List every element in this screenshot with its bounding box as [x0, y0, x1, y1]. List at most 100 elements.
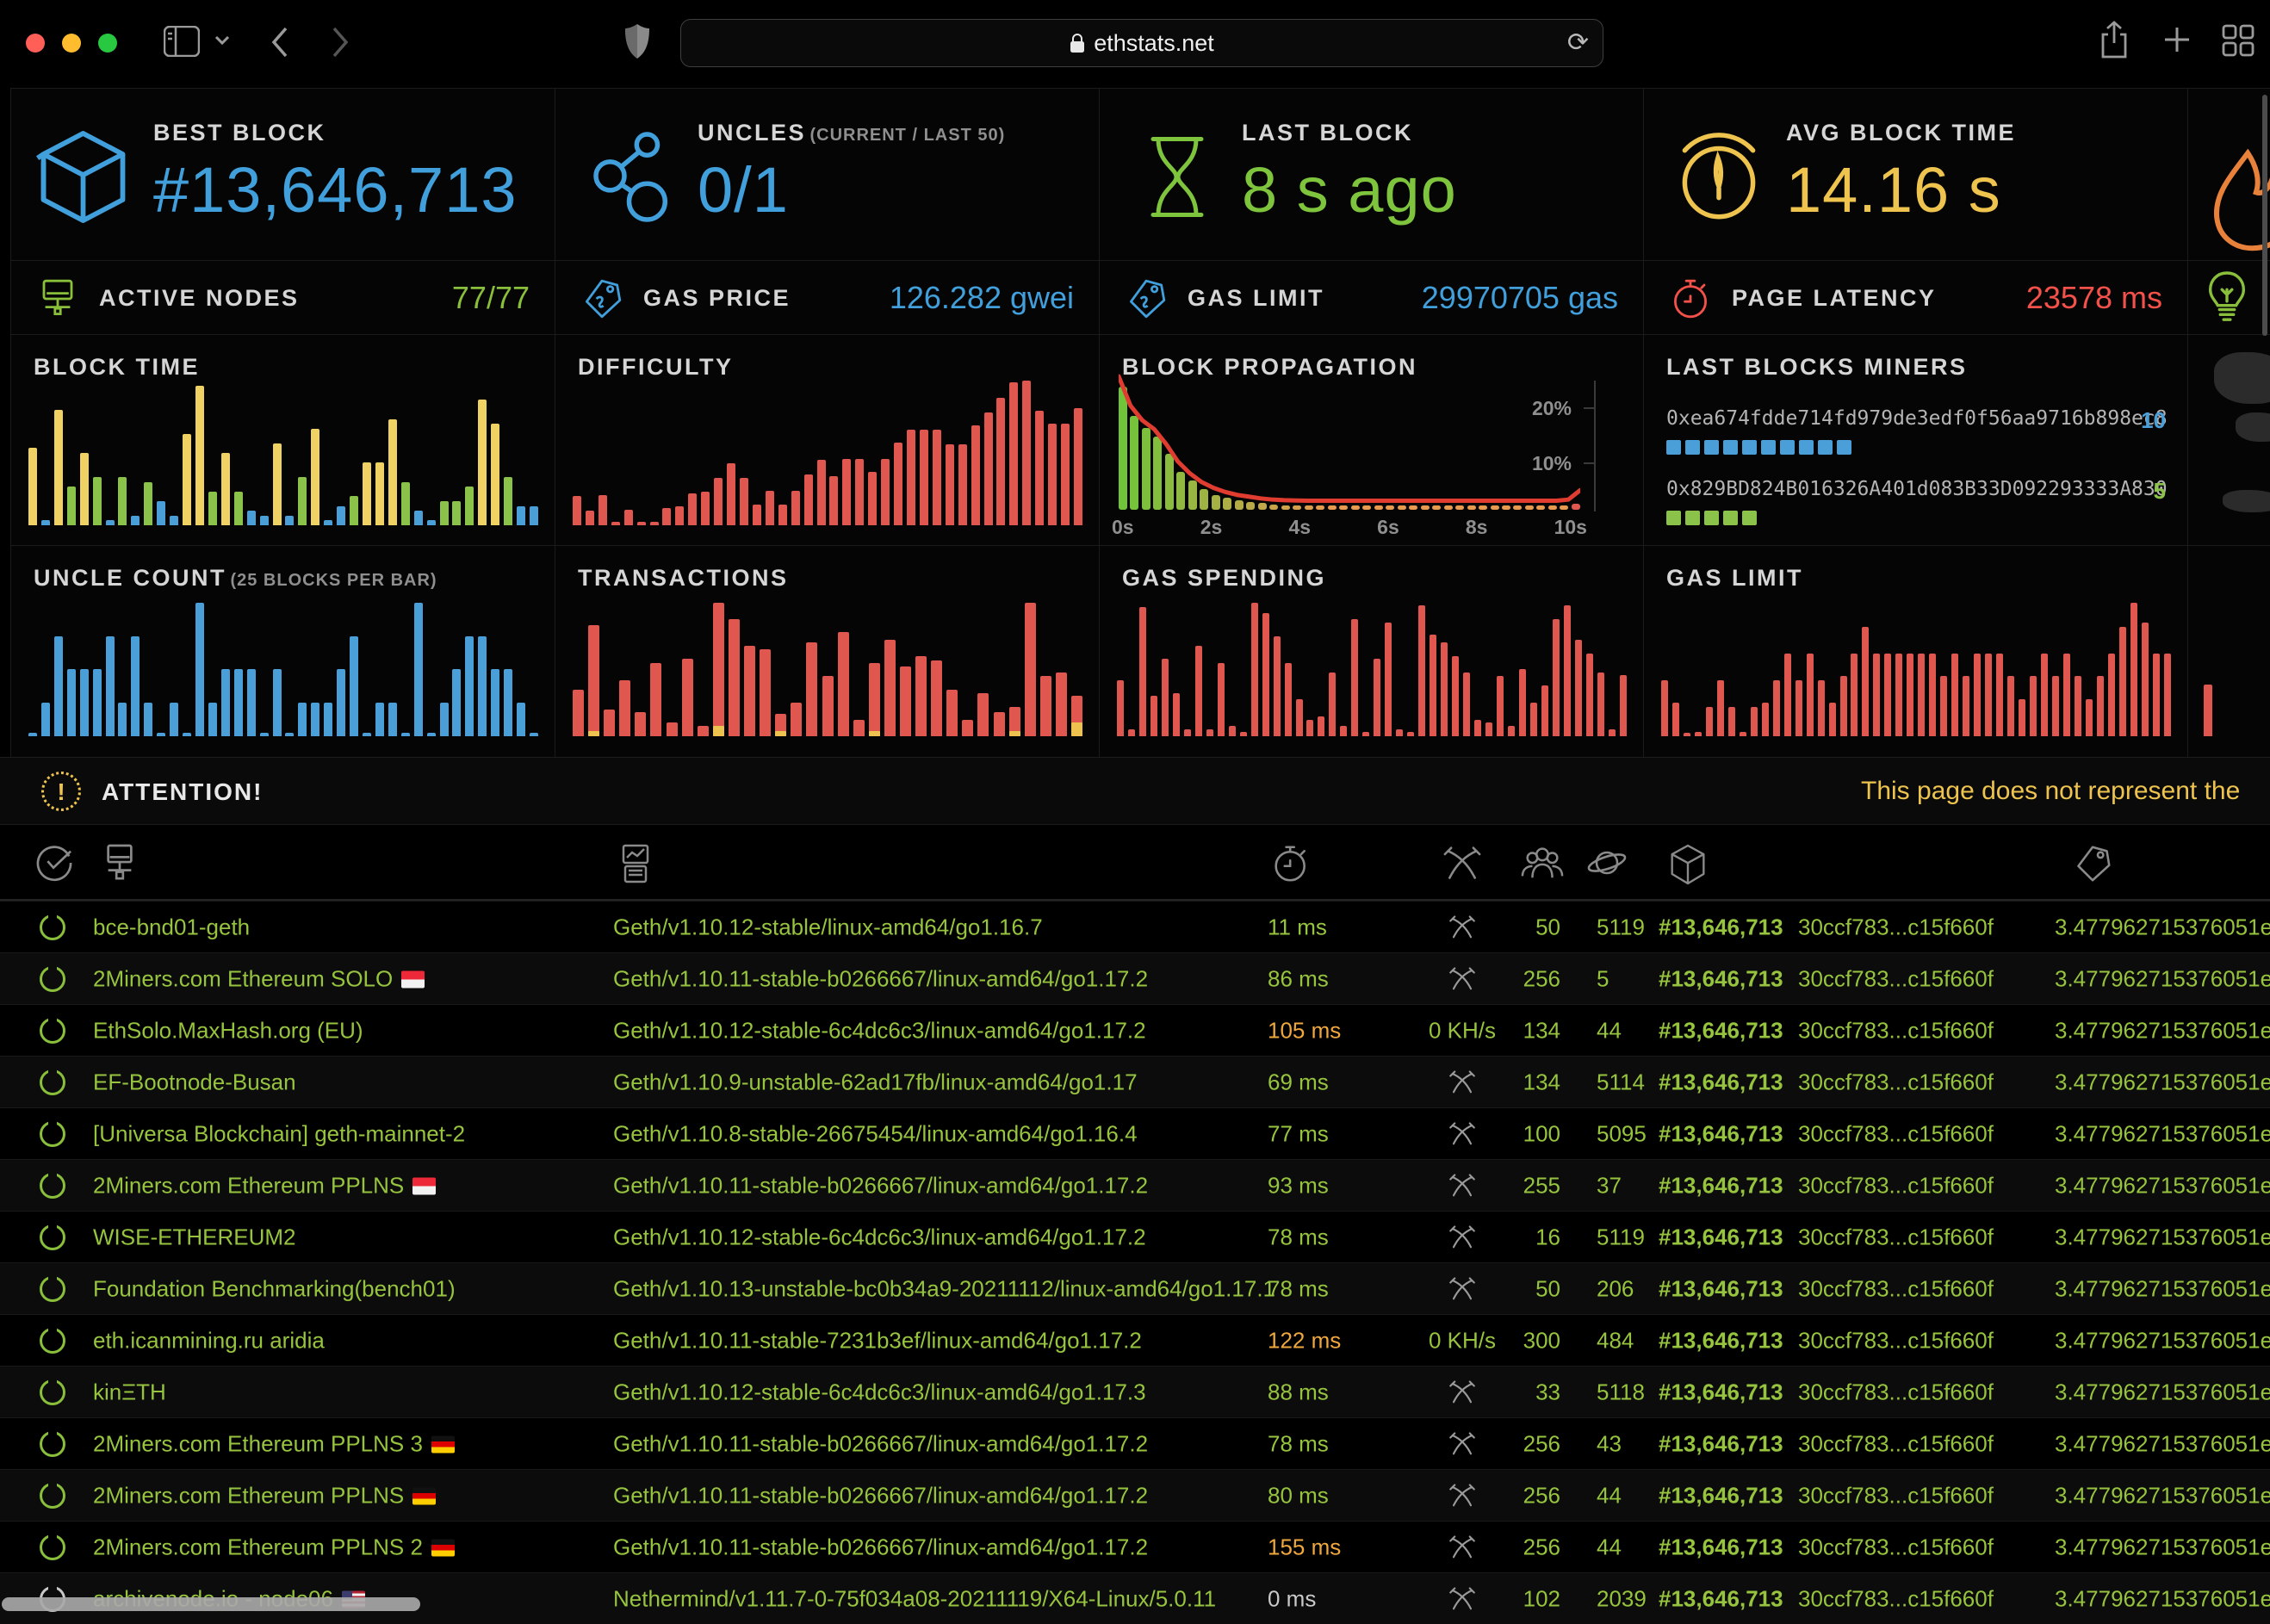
node-name[interactable]: WISE-ETHEREUM2: [93, 1224, 295, 1250]
propagation-bar: [1200, 489, 1208, 510]
chart-bar: [931, 660, 942, 736]
propagation-bar: [1536, 505, 1545, 510]
chart-bar: [1128, 729, 1135, 736]
table-row[interactable]: WISE-ETHEREUM2Geth/v1.10.12-stable-6c4dc…: [0, 1211, 2270, 1262]
node-name[interactable]: 2Miners.com Ethereum PPLNS 2: [93, 1534, 455, 1560]
window-minimize-button[interactable]: [62, 34, 81, 53]
flame-icon: [2200, 149, 2270, 252]
table-row[interactable]: 2Miners.com Ethereum PPLNSGeth/v1.10.11-…: [0, 1159, 2270, 1211]
country-flag-icon: [431, 1539, 455, 1556]
horizontal-scrollbar-thumb[interactable]: [2, 1597, 420, 1611]
node-total-difficulty: 3.477962715376051e+2: [2055, 1585, 2270, 1612]
vertical-scrollbar-thumb[interactable]: [2262, 95, 2267, 336]
node-mining: [1423, 1173, 1502, 1199]
table-row[interactable]: Foundation Benchmarking(bench01)Geth/v1.…: [0, 1262, 2270, 1314]
table-row[interactable]: [Universa Blockchain] geth-mainnet-2Geth…: [0, 1107, 2270, 1159]
node-pending: 484: [1597, 1327, 1634, 1354]
gas-limit-chart-title: GAS LIMIT: [1666, 565, 1803, 592]
table-row[interactable]: EF-Bootnode-BusanGeth/v1.10.9-unstable-6…: [0, 1056, 2270, 1107]
node-name[interactable]: EthSolo.MaxHash.org (EU): [93, 1017, 363, 1044]
back-button-icon[interactable]: [270, 26, 289, 59]
node-block-hash: 30ccf783...c15f660f: [1798, 1585, 1994, 1612]
block-time-chart-panel: BLOCK TIME: [11, 335, 555, 546]
sidebar-chevron-icon[interactable]: [214, 34, 231, 46]
chart-bar: [1818, 680, 1825, 736]
miner-address[interactable]: 0xea674fdde714fd979de3edf0f56aa9716b898e…: [1666, 407, 2168, 430]
node-peers: 16: [1495, 1224, 1560, 1250]
node-name[interactable]: bce-bnd01-geth: [93, 914, 250, 940]
propagation-bar: [1409, 505, 1417, 510]
sidebar-toggle-icon[interactable]: [164, 26, 200, 57]
node-name[interactable]: 2Miners.com Ethereum PPLNS: [93, 1482, 436, 1509]
avg-block-time-panel: AVG BLOCK TIME 14.16 s: [1644, 89, 2188, 261]
chart-bar: [714, 478, 723, 525]
node-last-block: #13,646,713: [1659, 1120, 1783, 1147]
page-latency-label: PAGE LATENCY: [1732, 285, 1937, 312]
table-row[interactable]: 2Miners.com Ethereum PPLNS 3Geth/v1.10.1…: [0, 1417, 2270, 1469]
y-tick-20: 20%: [1532, 397, 1572, 420]
node-name[interactable]: 2Miners.com Ethereum PPLNS 3: [93, 1430, 455, 1457]
miner-block-squares: [1666, 511, 1757, 525]
share-icon[interactable]: [2099, 21, 2129, 59]
chart-bar: [170, 516, 178, 525]
node-total-difficulty: 3.477962715376051e+2: [2055, 1275, 2270, 1302]
miner-address[interactable]: 0x829BD824B016326A401d083B33D092293333A8…: [1666, 478, 2168, 500]
chart-bar: [1048, 424, 1057, 525]
no-mining-icon: [1449, 1173, 1475, 1199]
privacy-shield-icon[interactable]: [623, 22, 651, 60]
chart-bar: [1285, 663, 1292, 736]
propagation-bar: [1362, 505, 1371, 510]
node-last-block: #13,646,713: [1659, 1069, 1783, 1095]
table-row[interactable]: bce-bnd01-gethGeth/v1.10.12-stable/linux…: [0, 901, 2270, 952]
uncles-icon: [586, 127, 681, 226]
chart-bar: [144, 482, 152, 525]
chart-bar: [2041, 654, 2048, 736]
table-row[interactable]: kinΞTHGeth/v1.10.12-stable-6c4dc6c3/linu…: [0, 1366, 2270, 1417]
tab-overview-icon[interactable]: [2222, 24, 2254, 57]
node-name[interactable]: kinΞTH: [93, 1379, 166, 1405]
address-bar[interactable]: ethstats.net ⟳: [680, 19, 1603, 67]
table-row[interactable]: 2Miners.com Ethereum PPLNS 2Geth/v1.10.1…: [0, 1521, 2270, 1572]
chart-bar: [41, 520, 50, 525]
chart-bar: [1009, 382, 1018, 525]
reload-icon[interactable]: ⟳: [1567, 28, 1589, 58]
chart-bar: [611, 522, 620, 525]
propagation-bar: [1444, 505, 1453, 510]
node-block-hash: 30ccf783...c15f660f: [1798, 965, 1994, 992]
window-close-button[interactable]: [26, 34, 45, 53]
node-latency: 78 ms: [1268, 1275, 1329, 1302]
propagation-bar: [1316, 505, 1324, 510]
chart-bar: [1609, 729, 1616, 736]
new-tab-icon[interactable]: [2161, 24, 2192, 55]
gas-price-label: GAS PRICE: [643, 285, 791, 312]
node-status-icon: [40, 1431, 65, 1457]
chart-bar: [2097, 676, 2104, 736]
avg-block-time-value: 14.16 s: [1786, 153, 2016, 226]
table-row[interactable]: eth.icanmining.ru aridiaGeth/v1.10.11-st…: [0, 1314, 2270, 1366]
chart-bar: [1318, 716, 1324, 736]
table-row[interactable]: EthSolo.MaxHash.org (EU)Geth/v1.10.12-st…: [0, 1004, 2270, 1056]
node-name[interactable]: EF-Bootnode-Busan: [93, 1069, 296, 1095]
node-latency: 78 ms: [1268, 1224, 1329, 1250]
node-name[interactable]: 2Miners.com Ethereum PPLNS: [93, 1172, 436, 1199]
chart-bar: [791, 491, 800, 525]
chart-panel-partial: [2188, 546, 2270, 757]
node-pending: 5095: [1597, 1120, 1647, 1147]
chart-bar: [401, 733, 410, 736]
chart-bar: [881, 459, 890, 525]
node-name[interactable]: [Universa Blockchain] geth-mainnet-2: [93, 1120, 465, 1147]
table-row[interactable]: 2Miners.com Ethereum SOLOGeth/v1.10.11-s…: [0, 952, 2270, 1004]
chart-bar: [491, 424, 499, 525]
chart-bar: [1851, 654, 1858, 736]
node-name[interactable]: 2Miners.com Ethereum SOLO: [93, 965, 425, 992]
forward-button-icon[interactable]: [331, 26, 350, 59]
chart-bar: [1751, 707, 1758, 736]
table-row[interactable]: 2Miners.com Ethereum PPLNSGeth/v1.10.11-…: [0, 1469, 2270, 1521]
node-name[interactable]: Foundation Benchmarking(bench01): [93, 1275, 456, 1302]
window-zoom-button[interactable]: [98, 34, 117, 53]
node-name[interactable]: eth.icanmining.ru aridia: [93, 1327, 325, 1354]
node-last-block: #13,646,713: [1659, 1585, 1783, 1612]
attention-bar: ! ATTENTION! This page does not represen…: [0, 757, 2270, 825]
check-circle-icon: [36, 844, 72, 882]
active-nodes-value: 77/77: [452, 280, 530, 316]
